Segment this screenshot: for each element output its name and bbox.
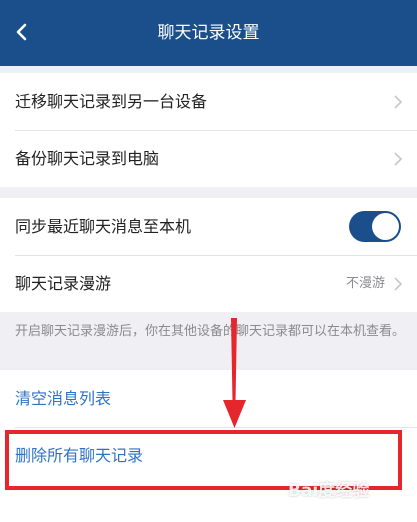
red-arrow-icon (223, 318, 246, 428)
watermark-logo: Bai度经验 (288, 481, 370, 501)
